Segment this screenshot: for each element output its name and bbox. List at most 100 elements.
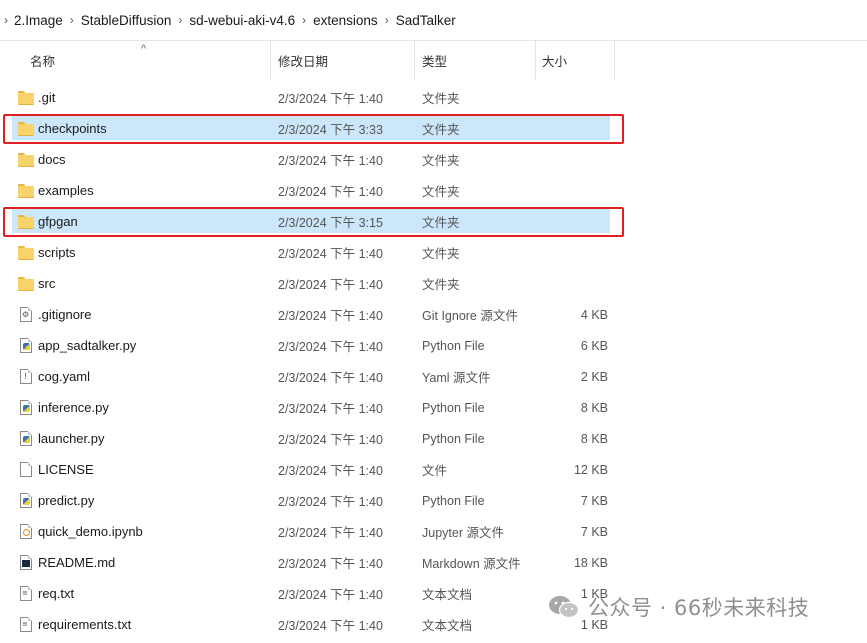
- file-date: 2/3/2024 下午 1:40: [278, 557, 383, 571]
- file-name: README.md: [38, 555, 116, 570]
- file-date: 2/3/2024 下午 1:40: [278, 402, 383, 416]
- column-header-size[interactable]: 大小: [536, 41, 615, 79]
- file-name: examples: [38, 183, 94, 198]
- file-type: 文件: [422, 464, 448, 478]
- column-header-date[interactable]: 修改日期: [271, 41, 415, 79]
- file-row[interactable]: LICENSE 2/3/2024 下午 1:40 文件 12 KB: [0, 454, 867, 485]
- file-row[interactable]: scripts 2/3/2024 下午 1:40 文件夹: [0, 237, 867, 268]
- file-icon-cell: [18, 454, 34, 485]
- breadcrumb-item[interactable]: SadTalker: [396, 13, 456, 28]
- file-row[interactable]: ! cog.yaml 2/3/2024 下午 1:40 Yaml 源文件 2 KB: [0, 361, 867, 392]
- file-row[interactable]: quick_demo.ipynb 2/3/2024 下午 1:40 Jupyter …: [0, 516, 867, 547]
- file-date: 2/3/2024 下午 1:40: [278, 154, 383, 168]
- file-date: 2/3/2024 下午 3:15: [278, 216, 383, 230]
- blank-file-icon: [20, 462, 32, 477]
- file-date: 2/3/2024 下午 1:40: [278, 619, 383, 633]
- file-type: 文本文档: [422, 588, 473, 602]
- file-icon-cell: [18, 82, 34, 113]
- file-row[interactable]: docs 2/3/2024 下午 1:40 文件夹: [0, 144, 867, 175]
- folder-icon: [18, 246, 34, 260]
- file-date: 2/3/2024 下午 1:40: [278, 371, 383, 385]
- file-name: quick_demo.ipynb: [38, 524, 143, 539]
- file-row[interactable]: src 2/3/2024 下午 1:40 文件夹: [0, 268, 867, 299]
- column-header-type-label: 类型: [422, 54, 448, 69]
- file-row[interactable]: examples 2/3/2024 下午 1:40 文件夹: [0, 175, 867, 206]
- file-row[interactable]: launcher.py 2/3/2024 下午 1:40 Python File 8 …: [0, 423, 867, 454]
- python-file-icon: [20, 493, 32, 508]
- chevron-right-icon[interactable]: ›: [295, 13, 313, 27]
- file-name: .git: [38, 90, 56, 105]
- folder-icon: [18, 91, 34, 105]
- watermark-text: 公众号 · 66秒未来科技: [588, 596, 810, 620]
- breadcrumb-item[interactable]: 2.Image: [14, 13, 63, 28]
- file-icon-cell: [18, 268, 34, 299]
- folder-icon: [18, 277, 34, 291]
- file-type: 文本文档: [422, 619, 473, 633]
- file-type: Python File: [422, 431, 485, 446]
- file-explorer: › 2.Image › StableDiffusion › sd-webui-a…: [0, 0, 867, 643]
- file-date: 2/3/2024 下午 1:40: [278, 309, 383, 323]
- file-name: checkpoints: [38, 121, 107, 136]
- file-date: 2/3/2024 下午 1:40: [278, 247, 383, 261]
- file-row[interactable]: .git 2/3/2024 下午 1:40 文件夹: [0, 82, 867, 113]
- file-size: 4 KB: [580, 307, 608, 322]
- text-file-icon: ≡: [20, 586, 32, 601]
- chevron-right-icon[interactable]: ›: [378, 13, 396, 27]
- file-date: 2/3/2024 下午 1:40: [278, 433, 383, 447]
- file-type: 文件夹: [422, 278, 460, 292]
- file-row[interactable]: checkpoints 2/3/2024 下午 3:33 文件夹: [0, 113, 867, 144]
- file-type: Yaml 源文件: [422, 371, 491, 385]
- column-header-type[interactable]: 类型: [415, 41, 536, 79]
- file-row[interactable]: predict.py 2/3/2024 下午 1:40 Python File 7 K…: [0, 485, 867, 516]
- file-type: Python File: [422, 338, 485, 353]
- file-name: app_sadtalker.py: [38, 338, 137, 353]
- column-header-name-label: 名称: [30, 54, 56, 69]
- file-size: 7 KB: [580, 524, 608, 539]
- file-date: 2/3/2024 下午 1:40: [278, 464, 383, 478]
- file-icon-cell: [18, 330, 34, 361]
- breadcrumb-item[interactable]: StableDiffusion: [81, 13, 172, 28]
- file-row[interactable]: README.md 2/3/2024 下午 1:40 Markdown 源文件 18 …: [0, 547, 867, 578]
- file-icon-cell: [18, 144, 34, 175]
- file-date: 2/3/2024 下午 1:40: [278, 92, 383, 106]
- sort-ascending-icon: ^: [141, 43, 147, 55]
- file-name: requirements.txt: [38, 617, 132, 632]
- file-type: 文件夹: [422, 247, 460, 261]
- breadcrumb-item[interactable]: extensions: [313, 13, 378, 28]
- file-date: 2/3/2024 下午 1:40: [278, 185, 383, 199]
- file-type: Python File: [422, 400, 485, 415]
- file-name: req.txt: [38, 586, 75, 601]
- gitignore-file-icon: ⚙: [20, 307, 32, 322]
- breadcrumb-item[interactable]: sd-webui-aki-v4.6: [189, 13, 295, 28]
- file-icon-cell: [18, 516, 34, 547]
- file-date: 2/3/2024 下午 1:40: [278, 278, 383, 292]
- file-row[interactable]: ⚙ .gitignore 2/3/2024 下午 1:40 Git Ignore 源文…: [0, 299, 867, 330]
- file-icon-cell: ≡: [18, 578, 34, 609]
- file-date: 2/3/2024 下午 1:40: [278, 340, 383, 354]
- file-name: inference.py: [38, 400, 109, 415]
- file-type: Python File: [422, 493, 485, 508]
- file-row[interactable]: inference.py 2/3/2024 下午 1:40 Python File 8…: [0, 392, 867, 423]
- folder-icon: [18, 153, 34, 167]
- file-date: 2/3/2024 下午 1:40: [278, 588, 383, 602]
- chevron-right-icon[interactable]: ›: [0, 13, 14, 27]
- chevron-right-icon[interactable]: ›: [171, 13, 189, 27]
- file-icon-cell: [18, 392, 34, 423]
- file-row[interactable]: app_sadtalker.py 2/3/2024 下午 1:40 Python F…: [0, 330, 867, 361]
- file-type: 文件夹: [422, 154, 460, 168]
- file-date: 2/3/2024 下午 1:40: [278, 526, 383, 540]
- file-name: scripts: [38, 245, 76, 260]
- file-type: 文件夹: [422, 216, 460, 230]
- file-row[interactable]: gfpgan 2/3/2024 下午 3:15 文件夹: [0, 206, 867, 237]
- python-file-icon: [20, 338, 32, 353]
- column-header: 名称 ^ 修改日期 类型 大小: [0, 41, 867, 79]
- file-size: 18 KB: [573, 555, 608, 570]
- file-icon-cell: [18, 113, 34, 144]
- file-icon-cell: [18, 175, 34, 206]
- chevron-right-icon[interactable]: ›: [63, 13, 81, 27]
- text-file-icon: ≡: [20, 617, 32, 632]
- column-header-name[interactable]: 名称 ^: [0, 41, 271, 79]
- file-size: [536, 82, 608, 113]
- file-icon-cell: [18, 237, 34, 268]
- file-name: docs: [38, 152, 66, 167]
